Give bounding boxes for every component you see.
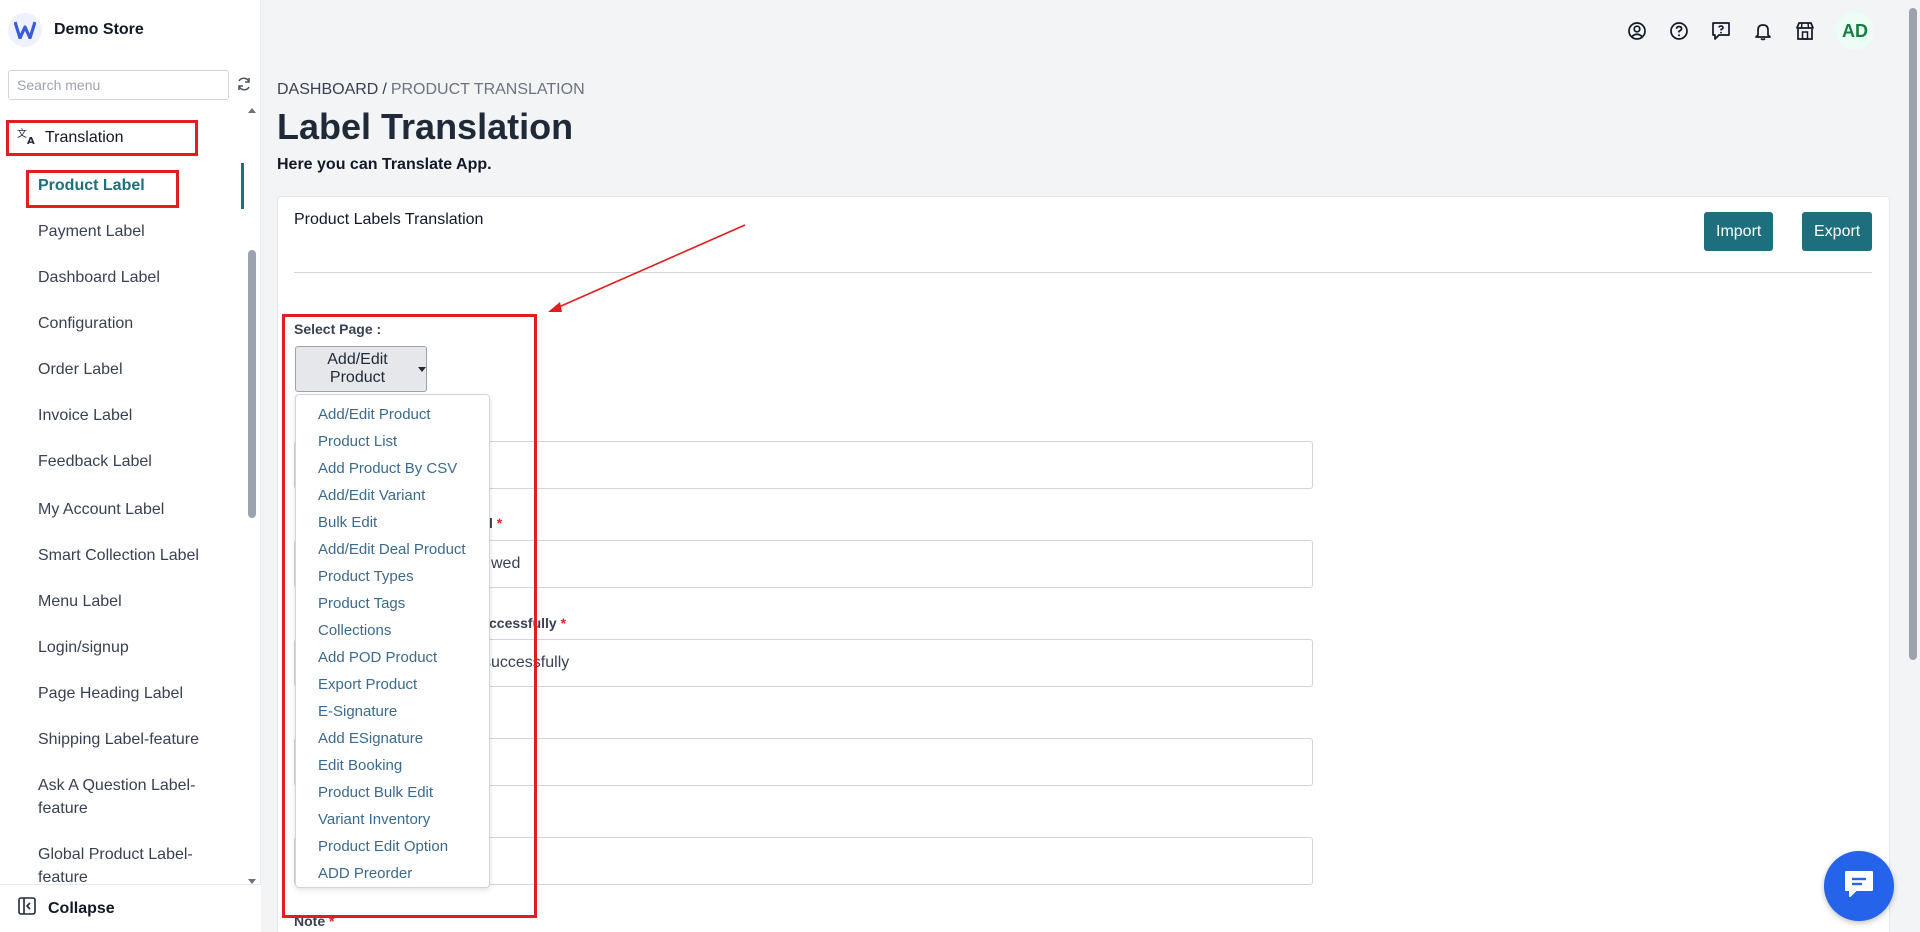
page-option[interactable]: Add/Edit Product [296,401,489,428]
label-input-3-value: successfully [483,654,570,671]
breadcrumb-dashboard[interactable]: DASHBOARD [277,81,378,98]
import-button[interactable]: Import [1704,212,1774,251]
chat-icon [1843,869,1875,904]
active-indicator [241,163,244,209]
refresh-icon[interactable] [236,76,252,92]
breadcrumb-separator: / [382,81,387,98]
page-option[interactable]: Add ESignature [296,725,489,752]
page-option[interactable]: Variant Inventory [296,806,489,833]
sidebar-item-invoice-label[interactable]: Invoice Label [38,404,238,427]
user-circle-icon[interactable] [1626,20,1648,42]
caret-down-icon [418,366,426,372]
page-options-menu: Add/Edit Product Product List Add Produc… [295,394,490,888]
brand-name: Demo Store [54,21,144,38]
page-scroll-thumb[interactable] [1909,8,1917,660]
brand-logo-icon [8,13,42,47]
page-title: Label Translation [277,106,574,147]
sidebar-scroll-thumb[interactable] [248,250,256,518]
breadcrumb-current: PRODUCT TRANSLATION [390,81,585,98]
sidebar-item-menu-label[interactable]: Menu Label [38,590,238,613]
sidebar-item-product-label[interactable]: Product Label [38,174,238,197]
card-divider [294,272,1872,273]
sidebar-item-smart-collection-label[interactable]: Smart Collection Label [38,544,238,567]
page-option[interactable]: Bulk Edit [296,509,489,536]
sidebar-item-configuration[interactable]: Configuration [38,312,238,335]
store-icon[interactable] [1794,20,1816,42]
sidebar-section-label: Translation [45,129,124,146]
feedback-icon[interactable] [1710,20,1732,42]
bell-icon[interactable] [1752,20,1774,42]
field-label-3: ccessfully * [489,615,567,631]
sidebar-item-feedback-label[interactable]: Feedback Label [38,450,238,473]
sidebar-item-shipping-label-feature[interactable]: Shipping Label-feature [38,728,238,751]
sidebar-menu: 文A Translation Product Label Payment Lab… [0,118,248,882]
page-option[interactable]: Add POD Product [296,644,489,671]
page-option[interactable]: ADD Preorder [296,860,489,887]
annotation-arrow-icon [548,224,746,312]
page-option[interactable]: Product Edit Option [296,833,489,860]
select-page-label: Select Page : [294,321,382,337]
page-option[interactable]: Export Product [296,671,489,698]
card-title: Product Labels Translation [294,211,484,228]
search-input[interactable] [8,70,229,100]
svg-text:A: A [27,136,35,145]
page-option[interactable]: Product Tags [296,590,489,617]
export-button[interactable]: Export [1802,212,1873,251]
avatar[interactable]: AD [1836,12,1874,50]
chat-button[interactable] [1824,851,1894,921]
page-scrollbar[interactable] [1906,0,1920,932]
selected-page-value: Add/Edit Product [327,351,388,386]
help-circle-icon[interactable] [1668,20,1690,42]
page-option[interactable]: Product Bulk Edit [296,779,489,806]
sidebar-item-page-heading-label[interactable]: Page Heading Label [38,682,238,705]
translate-icon: 文A [17,127,37,150]
note-label: Note * [294,913,335,929]
sidebar-item-payment-label[interactable]: Payment Label [38,220,238,243]
label-input-2-value: wed [491,555,521,572]
sidebar-item-order-label[interactable]: Order Label [38,358,238,381]
page-option[interactable]: Add/Edit Deal Product [296,536,489,563]
topbar-actions: AD [1626,12,1874,50]
sidebar-section-translation[interactable]: 文A Translation [6,120,198,156]
sidebar-item-ask-a-question-label-feature[interactable]: Ask A Question Label-feature [38,774,238,820]
scroll-up-icon[interactable] [248,108,256,113]
svg-text:文: 文 [17,127,27,140]
page-option[interactable]: Product Types [296,563,489,590]
sidebar-collapse-icon [18,897,36,920]
sidebar-item-global-product-label-feature[interactable]: Global Product Label-feature [38,843,238,882]
sidebar-item-my-account-label[interactable]: My Account Label [38,498,238,521]
sidebar-scrollbar[interactable] [246,108,258,884]
page-option[interactable]: E-Signature [296,698,489,725]
field-label-2: l * [489,515,503,531]
collapse-button[interactable]: Collapse [0,884,261,932]
brand[interactable]: Demo Store [8,12,144,48]
breadcrumb: DASHBOARD / PRODUCT TRANSLATION [277,81,585,99]
page-option[interactable]: Product List [296,428,489,455]
page-option[interactable]: Add Product By CSV [296,455,489,482]
select-page-dropdown[interactable]: Add/Edit Product [295,346,427,392]
collapse-label: Collapse [48,899,115,917]
search-menu [8,70,229,100]
translation-card: Product Labels Translation Import Export… [277,196,1890,932]
sidebar: Demo Store 文A Translation Product Label … [0,0,261,932]
sidebar-item-login-signup[interactable]: Login/signup [38,636,238,659]
page-subtitle: Here you can Translate App. [277,156,492,173]
page-option[interactable]: Add/Edit Variant [296,482,489,509]
sidebar-item-dashboard-label[interactable]: Dashboard Label [38,266,238,289]
page-option[interactable]: Edit Booking [296,752,489,779]
page-option[interactable]: Collections [296,617,489,644]
